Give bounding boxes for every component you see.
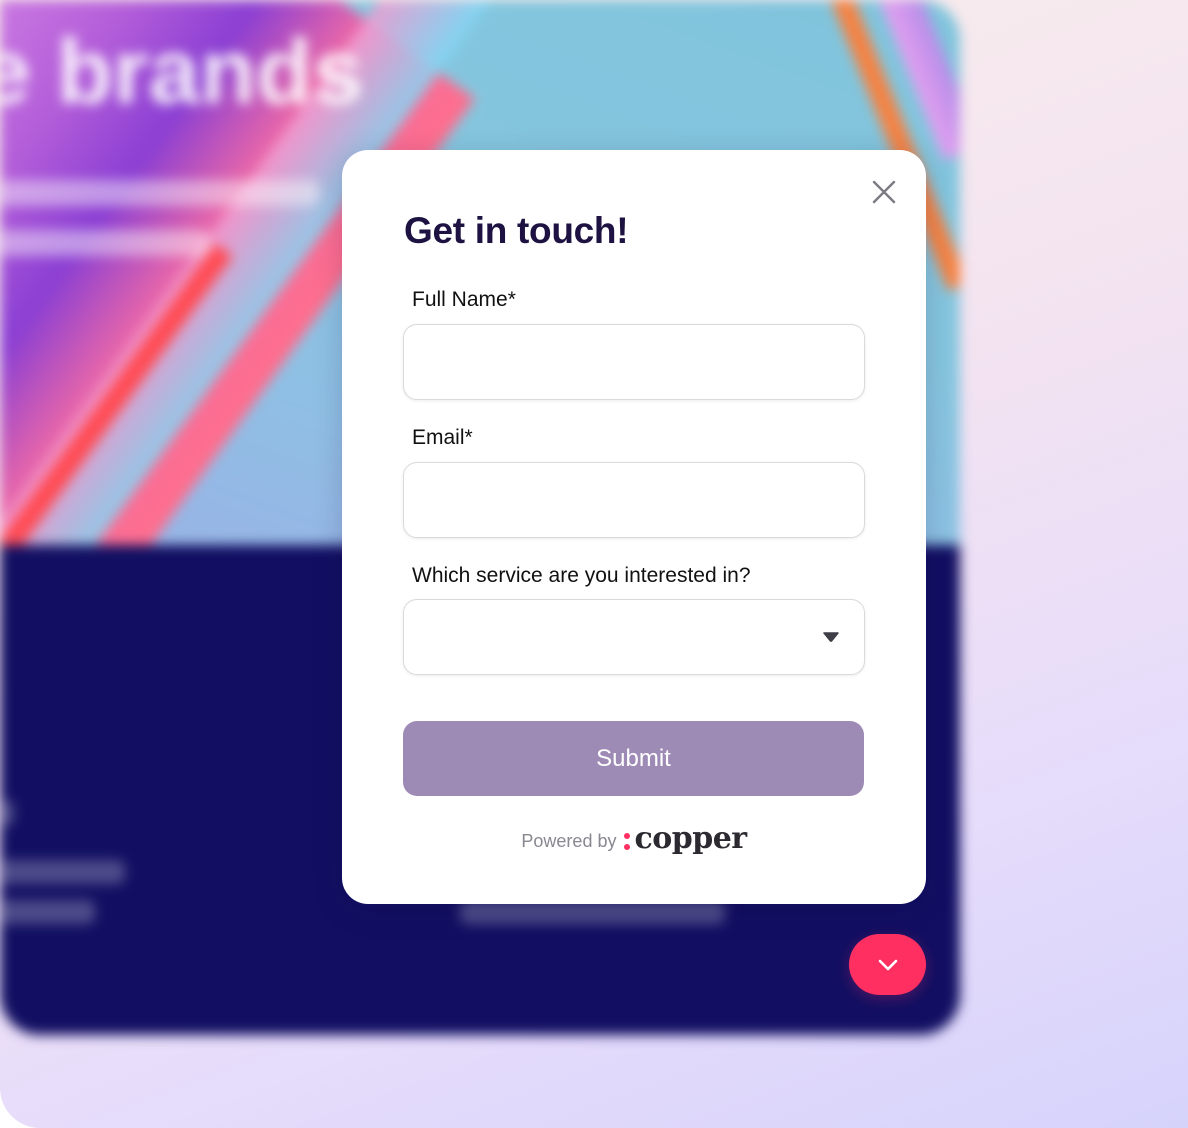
copper-logo[interactable]: copper (624, 821, 747, 856)
background-footer-text (0, 900, 95, 924)
full-name-label: Full Name* (412, 288, 516, 311)
email-label: Email* (412, 426, 473, 449)
copper-logo-dot (624, 843, 631, 850)
email-input[interactable] (403, 462, 865, 538)
background-hero-subtitle (0, 230, 210, 256)
chevron-down-icon (878, 959, 897, 970)
powered-by-text: Powered by (521, 830, 617, 851)
close-icon[interactable] (872, 180, 896, 204)
widget-toggle-button[interactable] (849, 934, 926, 995)
caret-down-icon (823, 632, 839, 642)
copper-logo-dot (624, 832, 631, 839)
page: e brands Get in touch! Full Name* Email*… (0, 0, 1188, 1128)
copper-logo-mark (624, 832, 631, 850)
full-name-input[interactable] (403, 324, 865, 400)
background-hero-title: e brands (0, 21, 364, 123)
service-label: Which service are you interested in? (412, 564, 751, 587)
powered-by: Powered by copper (342, 821, 926, 856)
copper-logo-text: copper (634, 821, 747, 856)
background-hero-subtitle (0, 180, 320, 206)
background-footer-text (0, 860, 125, 884)
background-footer-text (0, 800, 14, 826)
submit-button[interactable]: Submit (403, 721, 864, 796)
contact-form-modal: Get in touch! Full Name* Email* Which se… (342, 150, 926, 904)
close-button[interactable] (868, 176, 900, 208)
modal-title: Get in touch! (404, 210, 629, 251)
service-select[interactable] (403, 599, 865, 675)
